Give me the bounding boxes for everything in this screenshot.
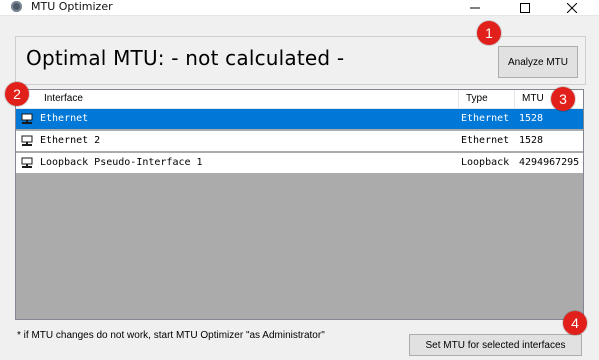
- interface-type: Ethernet: [461, 135, 510, 146]
- maximize-button[interactable]: [502, 0, 548, 15]
- column-header-type[interactable]: Type: [466, 90, 488, 108]
- callout-badge: 3: [551, 87, 575, 111]
- column-divider[interactable]: [514, 90, 515, 108]
- interface-row[interactable]: Loopback Pseudo-Interface 1 Loopback 429…: [16, 153, 583, 173]
- network-adapter-icon: [21, 157, 33, 168]
- analyze-mtu-button[interactable]: Analyze MTU: [498, 46, 578, 78]
- interface-name: Ethernet 2: [40, 135, 101, 146]
- interface-row[interactable]: Ethernet 2 Ethernet 1528: [16, 131, 583, 151]
- network-adapter-icon: [21, 113, 33, 124]
- interface-name: Loopback Pseudo-Interface 1: [40, 157, 203, 168]
- minimize-icon: [470, 7, 480, 8]
- list-header: Interface Type MTU: [16, 90, 583, 109]
- optimal-mtu-panel: Optimal MTU: - not calculated - Analyze …: [15, 36, 586, 85]
- interface-mtu: 1528: [519, 135, 544, 146]
- column-divider[interactable]: [458, 90, 459, 108]
- interface-name: Ethernet: [40, 113, 89, 124]
- interface-list[interactable]: Interface Type MTU Ethernet Ethernet 152…: [15, 89, 584, 320]
- callout-badge: 4: [563, 311, 587, 335]
- administrator-note: * if MTU changes do not work, start MTU …: [17, 330, 325, 341]
- callout-badge: 1: [477, 21, 501, 45]
- title-bar[interactable]: MTU Optimizer: [0, 0, 599, 16]
- app-window: MTU Optimizer Optimal MTU: - not calcula…: [0, 0, 599, 360]
- interface-row[interactable]: Ethernet Ethernet 1528: [16, 109, 583, 129]
- interface-mtu: 1528: [519, 113, 544, 124]
- close-button[interactable]: [549, 0, 595, 15]
- column-header-interface[interactable]: Interface: [44, 90, 83, 108]
- callout-badge: 2: [5, 82, 29, 106]
- set-mtu-button[interactable]: Set MTU for selected interfaces: [409, 334, 582, 356]
- interface-type: Loopback: [461, 157, 510, 168]
- window-title: MTU Optimizer: [31, 0, 113, 13]
- maximize-icon: [520, 2, 530, 13]
- app-icon: [11, 1, 22, 12]
- minimize-button[interactable]: [452, 0, 498, 15]
- column-header-mtu[interactable]: MTU: [522, 90, 544, 108]
- network-adapter-icon: [21, 135, 33, 146]
- close-icon: [567, 2, 577, 13]
- interface-type: Ethernet: [461, 113, 510, 124]
- optimal-mtu-label: Optimal MTU: - not calculated -: [26, 46, 345, 70]
- interface-mtu: 4294967295: [519, 157, 580, 168]
